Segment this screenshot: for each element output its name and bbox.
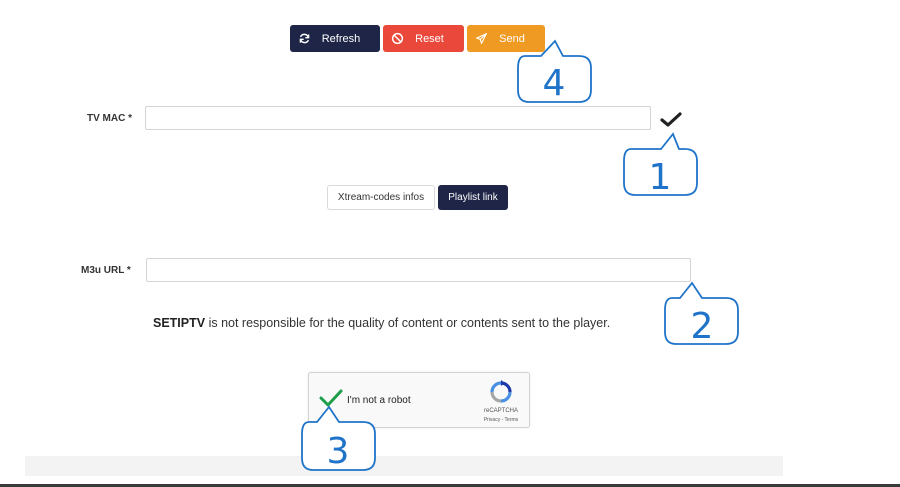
tv-mac-input[interactable]: [145, 106, 651, 130]
callout-4-number: 4: [543, 63, 566, 104]
callout-2: 2: [664, 281, 739, 347]
tv-mac-label: TV MAC *: [87, 113, 132, 124]
footer-strip: [25, 456, 783, 476]
callout-2-number: 2: [691, 306, 714, 347]
callout-3-number: 3: [327, 431, 350, 472]
tab-playlist-link[interactable]: Playlist link: [438, 185, 508, 210]
callout-4: 4: [517, 39, 592, 104]
callout-1-number: 1: [649, 157, 672, 198]
disclaimer-text: SETIPTV is not responsible for the quali…: [153, 316, 610, 330]
refresh-button[interactable]: Refresh: [290, 25, 380, 52]
callout-1: 1: [623, 132, 698, 198]
reset-button-label: Reset: [415, 32, 444, 45]
tab-xtream-codes[interactable]: Xtream-codes infos: [327, 185, 435, 210]
m3u-url-input[interactable]: [146, 258, 691, 282]
callout-3: 3: [301, 405, 376, 472]
recaptcha-logo-icon: [490, 380, 512, 403]
disclaimer-body: is not responsible for the quality of co…: [205, 316, 611, 330]
check-icon: [660, 112, 682, 127]
m3u-url-label: M3u URL *: [81, 265, 131, 276]
recaptcha-privacy-terms-link[interactable]: Privacy - Terms: [475, 417, 527, 423]
reset-button[interactable]: Reset: [383, 25, 464, 52]
refresh-button-label: Refresh: [321, 32, 361, 45]
recaptcha-brand: reCAPTCHA: [483, 408, 518, 414]
disclaimer-brand: SETIPTV: [153, 316, 206, 330]
